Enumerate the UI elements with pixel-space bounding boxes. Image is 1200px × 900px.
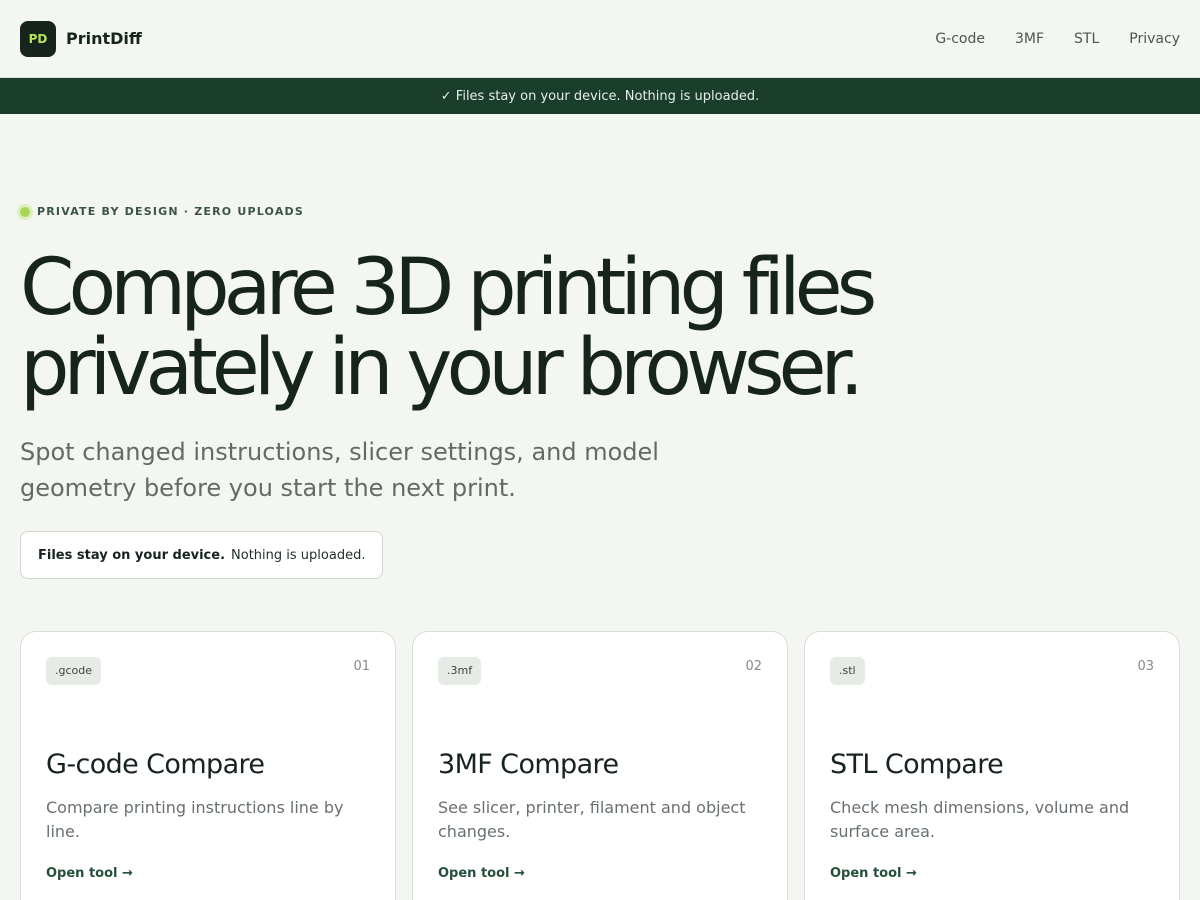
file-extension-badge: .stl [830, 657, 865, 685]
card-3mf[interactable]: .3mf 02 3MF Compare See slicer, printer,… [412, 631, 788, 900]
tool-cards: .gcode 01 G-code Compare Compare printin… [20, 631, 1180, 900]
page-title: Compare 3D printing files privately in y… [20, 248, 1180, 408]
card-number: 02 [745, 659, 762, 674]
privacy-notice: Files stay on your device. Nothing is up… [20, 531, 384, 579]
main-nav: G-code 3MF STL Privacy [935, 31, 1180, 47]
nav-3mf[interactable]: 3MF [1015, 31, 1044, 47]
site-header: PD PrintDiff G-code 3MF STL Privacy [0, 0, 1200, 78]
card-number: 03 [1137, 659, 1154, 674]
card-description: Compare printing instructions line by li… [46, 798, 344, 841]
file-extension-badge: .3mf [438, 657, 482, 685]
nav-stl[interactable]: STL [1074, 31, 1099, 47]
eyebrow: PRIVATE BY DESIGN · ZERO UPLOADS [20, 205, 1180, 218]
file-extension-badge: .gcode [46, 657, 102, 685]
card-title: 3MF Compare [438, 749, 619, 780]
eyebrow-text: PRIVATE BY DESIGN · ZERO UPLOADS [37, 205, 304, 218]
card-stl[interactable]: .stl 03 STL Compare Check mesh dimension… [804, 631, 1180, 900]
card-title: G-code Compare [46, 749, 265, 780]
open-tool-link[interactable]: Open tool → [830, 866, 917, 881]
card-description: Check mesh dimensions, volume and surfac… [830, 798, 1130, 841]
subtitle: Spot changed instructions, slicer settin… [20, 438, 659, 502]
card-description: See slicer, printer, filament and object… [438, 798, 746, 841]
banner-text: ✓ Files stay on your device. Nothing is … [440, 88, 760, 104]
card-gcode[interactable]: .gcode 01 G-code Compare Compare printin… [20, 631, 396, 900]
open-tool-link[interactable]: Open tool → [46, 866, 133, 881]
open-tool-link[interactable]: Open tool → [438, 866, 525, 881]
nav-gcode[interactable]: G-code [935, 31, 985, 47]
card-title: STL Compare [830, 749, 1004, 780]
title-line-1: Compare 3D printing files [20, 243, 877, 333]
privacy-banner: ✓ Files stay on your device. Nothing is … [0, 78, 1200, 114]
brand-name: PrintDiff [66, 29, 142, 48]
card-number: 01 [353, 659, 370, 674]
brand[interactable]: PD PrintDiff [20, 20, 142, 57]
status-dot-icon [20, 206, 30, 217]
notice-rest: Nothing is uploaded. [231, 547, 366, 563]
title-line-2: privately in your browser. [20, 323, 864, 413]
notice-strong: Files stay on your device. [38, 547, 226, 563]
nav-privacy[interactable]: Privacy [1129, 31, 1180, 47]
main-content: PRIVATE BY DESIGN · ZERO UPLOADS Compare… [0, 205, 1200, 900]
logo: PD [20, 20, 56, 57]
